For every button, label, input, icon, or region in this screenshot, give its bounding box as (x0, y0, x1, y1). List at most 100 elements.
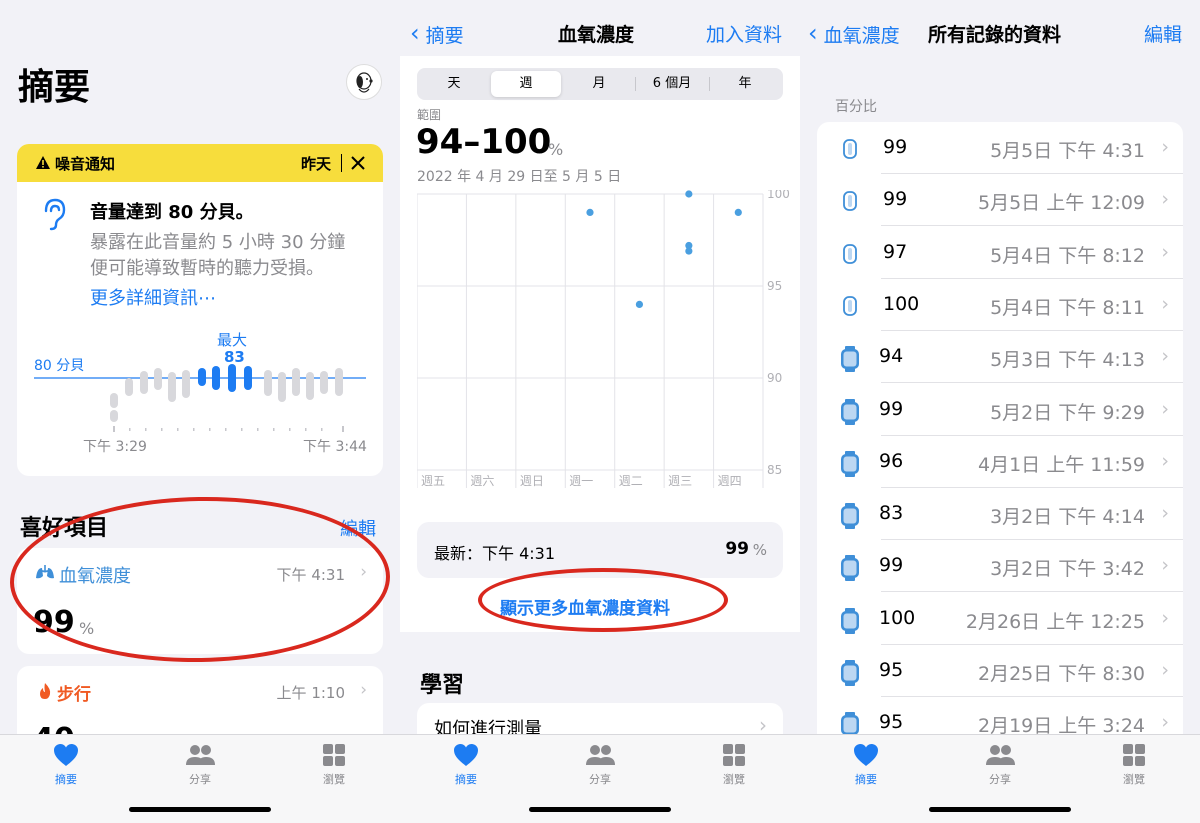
x-tick-label: 週五 (421, 474, 445, 488)
noise-level-chart (34, 364, 366, 432)
segment-week[interactable]: 週 (491, 71, 561, 97)
record-date: 5月4日 下午 8:12 (990, 244, 1145, 267)
data-point (734, 208, 742, 216)
x-tick-label: 週日 (520, 474, 544, 488)
tab-sharing[interactable]: 分享 (160, 743, 240, 787)
record-date: 5月2日 下午 9:29 (990, 401, 1145, 424)
chevron-left-icon: ‹ (808, 19, 818, 47)
x-tick-label: 週三 (668, 474, 692, 488)
list-item[interactable]: 96 4月1日 上午 11:59 › (817, 436, 1183, 488)
list-item[interactable]: 94 5月3日 下午 4:13 › (817, 331, 1183, 384)
screen-title: 所有記錄的資料 (928, 24, 1062, 46)
summary-screen: 摘要 噪音通知 昨天 音量達到 80 分貝。 暴露在此音量約 5 小時 30 分… (0, 0, 400, 823)
warning-icon (36, 156, 50, 169)
chevron-right-icon: › (1161, 449, 1169, 472)
latest-unit: % (752, 541, 767, 559)
chevron-right-icon: › (1161, 397, 1169, 420)
data-point (685, 190, 693, 198)
list-item[interactable]: 95 2月25日 下午 8:30 › (817, 645, 1183, 697)
record-value: 99 (879, 554, 904, 577)
list-item[interactable]: 83 3月2日 下午 4:14 › (817, 488, 1183, 541)
edit-button[interactable]: 編輯 (1144, 20, 1182, 47)
watch-icon (841, 607, 859, 634)
page-title: 摘要 (18, 67, 91, 108)
people-icon (586, 745, 615, 765)
x-tick-label: 週六 (470, 474, 494, 488)
ear-icon (44, 198, 66, 231)
add-data-button[interactable]: 加入資料 (706, 20, 782, 47)
flame-icon (40, 683, 51, 699)
record-date: 5月5日 下午 4:31 (990, 140, 1145, 162)
people-icon (986, 745, 1015, 765)
section-header: 百分比 (835, 99, 877, 115)
segment-month[interactable]: 月 (564, 71, 634, 97)
tab-sharing[interactable]: 分享 (960, 743, 1040, 787)
records-list: 99 5月5日 下午 4:31 › 99 5月5日 上午 12:09 › 97 5月4日 下午… (817, 122, 1183, 762)
latest-value: 99 (725, 539, 749, 559)
noise-notification-card[interactable]: 噪音通知 昨天 音量達到 80 分貝。 暴露在此音量約 5 小時 30 分鐘 便… (17, 144, 383, 476)
avatar[interactable] (346, 64, 382, 100)
list-item[interactable]: 97 5月4日 下午 8:12 › (817, 227, 1183, 279)
list-item[interactable]: 99 5月2日 下午 9:29 › (817, 384, 1183, 436)
record-date: 4月1日 上午 11:59 (977, 453, 1145, 476)
date-range: 2022 年 4 月 29 日至 5 月 5 日 (417, 169, 622, 185)
back-button[interactable]: ‹ 摘要 (410, 19, 464, 48)
list-item[interactable]: 100 2月26日 上午 12:25 › (817, 593, 1183, 645)
data-point (586, 208, 594, 216)
chevron-right-icon: › (1161, 554, 1169, 577)
heart-icon (54, 744, 78, 766)
steps-time: 上午 1:10 (276, 684, 345, 702)
tab-browse[interactable]: 瀏覽 (1094, 743, 1174, 787)
max-label: 最大 (217, 331, 248, 349)
chevron-right-icon: › (1161, 659, 1169, 681)
annotation-circle (478, 568, 728, 632)
chevron-right-icon: › (1161, 711, 1169, 734)
chevron-right-icon: › (1161, 292, 1169, 315)
segment-year[interactable]: 年 (710, 71, 780, 97)
home-indicator[interactable] (929, 807, 1071, 812)
chevron-right-icon: › (1161, 502, 1169, 525)
record-date: 2月25日 下午 8:30 (977, 663, 1145, 685)
tab-summary[interactable]: 摘要 (826, 743, 906, 787)
chevron-right-icon: › (1161, 345, 1169, 368)
record-date: 3月2日 下午 4:14 (990, 506, 1145, 529)
tab-summary[interactable]: 摘要 (26, 743, 106, 787)
end-time: 下午 3:44 (303, 439, 367, 455)
close-icon[interactable] (351, 156, 365, 170)
noise-header: 噪音通知 (55, 155, 116, 173)
period-segmented-control: 天 週 月 6 個月 年 (417, 68, 783, 100)
y-tick-label: 100 (767, 190, 790, 201)
record-value: 94 (879, 345, 904, 368)
latest-label: 最新：下午 4:31 (434, 544, 556, 563)
list-item[interactable]: 99 5月5日 上午 12:09 › (817, 174, 1183, 227)
home-indicator[interactable] (129, 807, 271, 812)
people-icon (186, 745, 215, 765)
range-label: 範圍 (417, 108, 442, 122)
start-time: 下午 3:29 (83, 439, 147, 455)
record-date: 5月5日 上午 12:09 (977, 192, 1145, 215)
list-item[interactable]: 99 3月2日 下午 3:42 › (817, 540, 1183, 593)
tab-summary[interactable]: 摘要 (426, 743, 506, 787)
segment-6-months[interactable]: 6 個月 (636, 71, 708, 97)
list-item[interactable]: 100 5月4日 下午 8:11 › (817, 279, 1183, 331)
data-point (685, 247, 693, 255)
steps-label: 步行 (57, 685, 91, 705)
tab-browse[interactable]: 瀏覽 (694, 743, 774, 787)
more-details-link[interactable]: 更多詳細資訊⋯ (90, 284, 216, 310)
watch-icon (841, 555, 859, 582)
segment-day[interactable]: 天 (420, 71, 488, 97)
heart-icon (854, 744, 878, 766)
tab-browse[interactable]: 瀏覽 (294, 743, 374, 787)
back-button[interactable]: ‹ 血氧濃度 (808, 19, 900, 48)
watch-icon (841, 398, 859, 425)
list-item[interactable]: 99 5月5日 下午 4:31 › (817, 122, 1183, 174)
tab-sharing[interactable]: 分享 (560, 743, 640, 787)
blood-oxygen-chart: 100 95 90 85 週五 週六 週日 週一 週二 週三 週四 (417, 190, 790, 488)
y-tick-label: 85 (767, 463, 782, 477)
screen-title: 血氧濃度 (558, 24, 635, 46)
record-value: 97 (883, 240, 908, 263)
home-indicator[interactable] (529, 807, 671, 812)
y-tick-label: 95 (767, 279, 782, 293)
divider (341, 154, 342, 172)
record-value: 99 (883, 188, 908, 211)
